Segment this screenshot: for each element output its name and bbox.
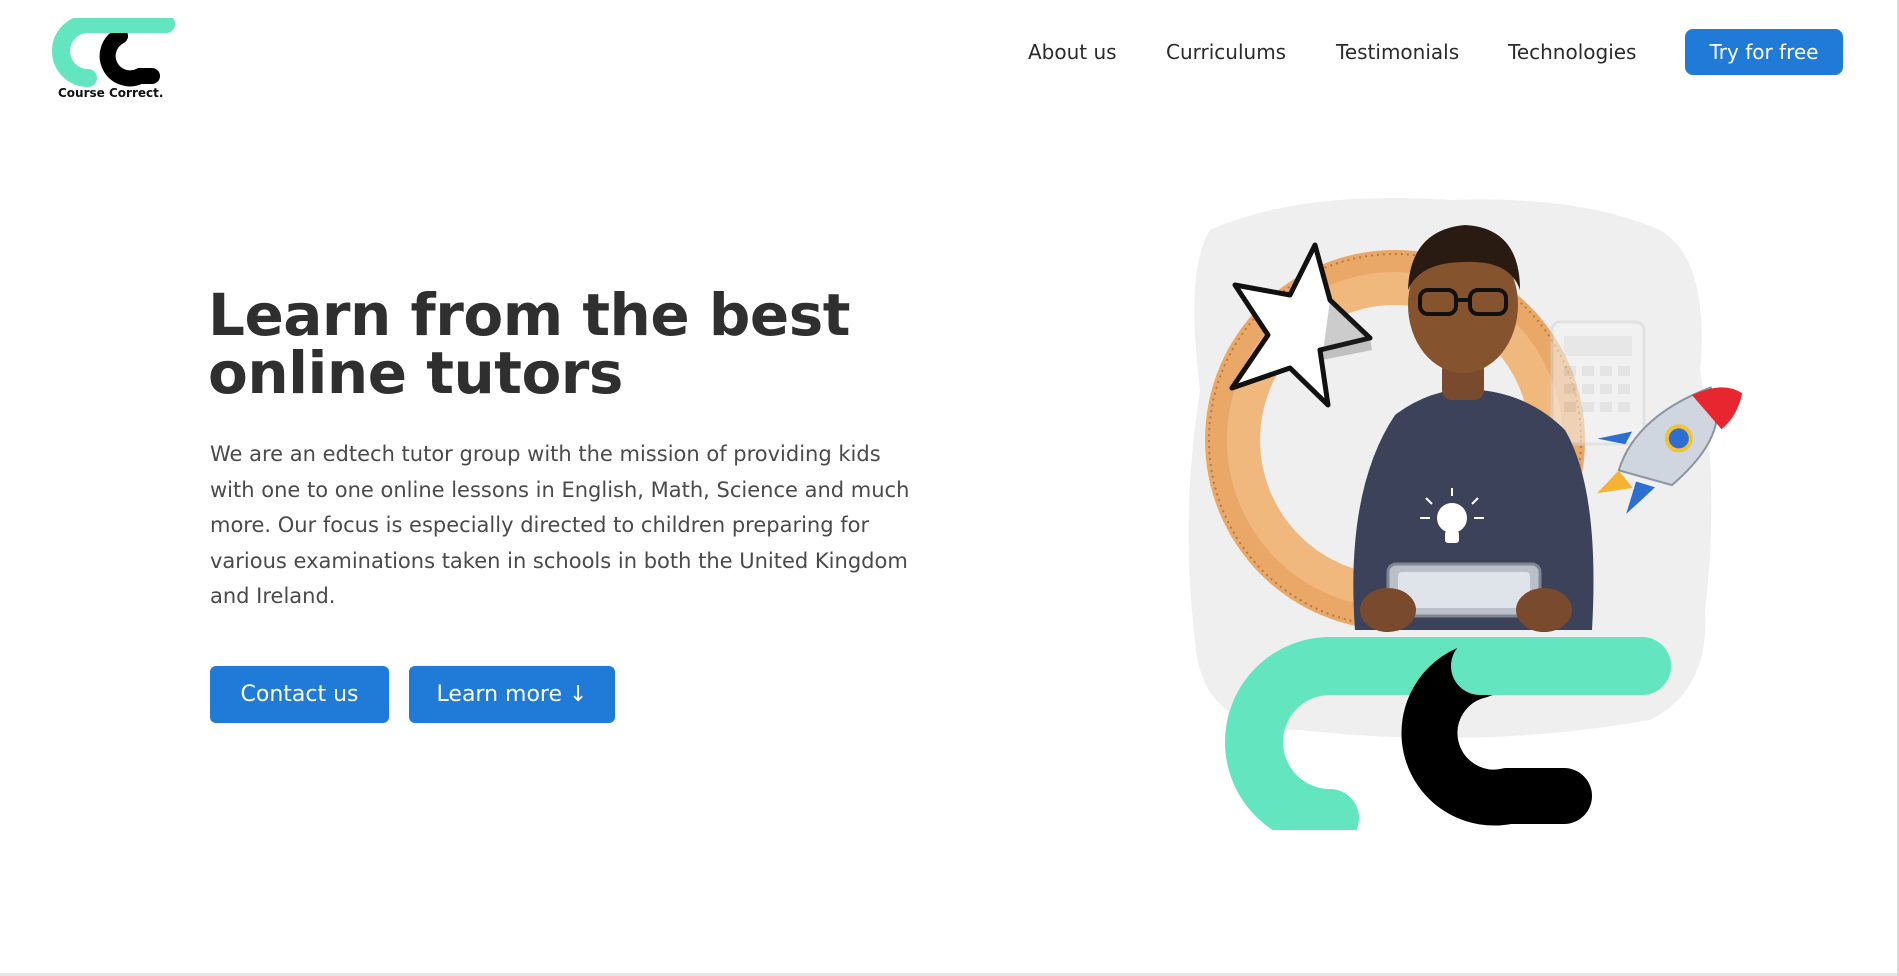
logo-wordmark: Course Correct. (58, 86, 164, 100)
brand-logo[interactable]: Course Correct. (48, 18, 176, 102)
cc-logo-large-icon (1225, 637, 1671, 847)
landing-page: Course Correct. About us Curriculums Tes… (0, 0, 1899, 976)
hero-title: Learn from the best online tutors (208, 286, 928, 402)
learn-more-button[interactable]: Learn more ↓ (409, 666, 615, 723)
calculator-icon (1550, 320, 1646, 446)
hero-description: We are an edtech tutor group with the mi… (210, 442, 910, 608)
nav-technologies[interactable]: Technologies (1508, 40, 1636, 64)
hero-illustration (1180, 190, 1760, 847)
nav-about-us[interactable]: About us (1028, 40, 1117, 64)
cc-logo-icon (52, 18, 175, 87)
contact-us-button[interactable]: Contact us (210, 666, 389, 723)
try-for-free-button[interactable]: Try for free (1685, 29, 1843, 75)
hero-illustration-graphic (1188, 198, 1743, 847)
hero-title-line-2: online tutors (208, 339, 623, 407)
nav-curriculums[interactable]: Curriculums (1166, 40, 1286, 64)
nav-testimonials[interactable]: Testimonials (1336, 40, 1459, 64)
hero-title-line-1: Learn from the best (208, 281, 850, 349)
